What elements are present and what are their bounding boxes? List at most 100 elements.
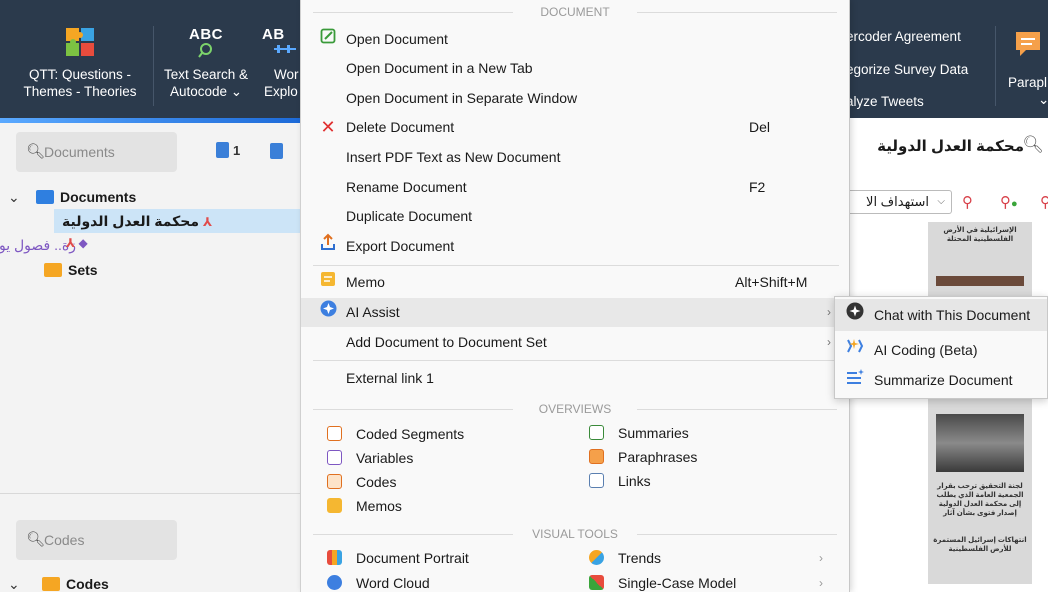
code-dropdown[interactable]: ⌵ استهداف الا [850, 190, 952, 214]
overview-links[interactable]: Links [589, 469, 651, 493]
menu-open-document[interactable]: Open Document [301, 25, 849, 54]
visual-word-cloud[interactable]: Word Cloud [327, 571, 430, 592]
submenu-item-label: AI Coding (Beta) [874, 342, 978, 358]
analyze-tweets-button[interactable]: alyze Tweets [846, 93, 924, 110]
menu-external-link-1[interactable]: External link 1 [301, 364, 849, 393]
panel-divider[interactable] [0, 493, 300, 494]
overview-paraphrases[interactable]: Paraphrases [589, 445, 697, 469]
doc1-label: محكمة العدل الدولية [62, 213, 200, 229]
word-explorer-label-2: Explo [264, 84, 298, 99]
submenu-summarize-document[interactable]: Summarize Document [835, 364, 1047, 396]
menu-ai-assist[interactable]: AI Assist › [301, 298, 849, 327]
chevron-down-icon: ⌵ [937, 196, 945, 207]
memos-icon [327, 498, 342, 513]
search-icon: 🔍︎ [26, 531, 46, 548]
menu-item-label: External link 1 [346, 370, 434, 386]
intercoder-agreement-button[interactable]: ercoder Agreement [846, 28, 961, 45]
menu-delete-document[interactable]: ✕ Delete Document Del [301, 113, 849, 142]
tree-document-1[interactable]: محكمة العدل الدولية ⅄ [54, 209, 300, 233]
doc-count-badge[interactable]: 1 [216, 142, 240, 158]
codes-search-placeholder: Codes [44, 532, 85, 548]
visual-label: Single-Case Model [618, 575, 737, 591]
submenu-ai-coding[interactable]: AI Coding (Beta) [835, 334, 1047, 366]
paraphrases-icon [589, 449, 604, 464]
menu-rename-document[interactable]: Rename Document F2 [301, 173, 849, 202]
code-remove-icon[interactable]: ⚲ [1040, 193, 1048, 211]
search-icon: 🔍︎ [26, 143, 46, 160]
menu-item-label: Open Document [346, 31, 448, 47]
documents-search-input[interactable]: 🔍︎ Documents [16, 132, 177, 172]
paraphrase-label-2: ⌄ [1038, 92, 1048, 107]
preview-text-3: انتهاكات إسرائيل المستمرة للأرض الفلسطين… [933, 537, 1027, 553]
links-icon [589, 473, 604, 488]
slider-icon [274, 45, 296, 53]
preview-text-2: لجنة التحقيق ترحب بقرار الجمعية العامة ا… [936, 483, 1024, 517]
text-search-autocode-button[interactable]: ABC Text Search & Autocode ⌄ [156, 26, 256, 100]
code-add-icon[interactable]: ⚲● [1000, 193, 1018, 211]
word-explorer-button[interactable]: AB Wor Explo [262, 26, 300, 100]
trends-icon [589, 550, 604, 565]
menu-item-label: Insert PDF Text as New Document [346, 149, 561, 165]
overview-variables[interactable]: Variables [327, 446, 413, 470]
categorize-survey-button[interactable]: egorize Survey Data [846, 61, 968, 78]
visual-label: Trends [618, 550, 662, 566]
codes-search-input[interactable]: 🔍︎ Codes [16, 520, 177, 560]
paraphrase-button[interactable]: Parapl ⌄ [1008, 28, 1048, 108]
tree-document-2[interactable]: زة.. فصول يومية من مجازر الاحتلال [0, 233, 300, 257]
word-cloud-icon [327, 575, 342, 590]
visual-single-case-model[interactable]: Single-Case Model [589, 571, 736, 592]
visual-trends[interactable]: Trends [589, 546, 661, 570]
code-dropdown-value: استهداف الا [866, 194, 929, 209]
ai-assist-icon [319, 298, 337, 327]
menu-insert-pdf-text[interactable]: Insert PDF Text as New Document [301, 143, 849, 172]
menu-memo[interactable]: Memo Alt+Shift+M [301, 268, 849, 297]
chevron-down-icon[interactable]: ⌄ [8, 572, 42, 592]
menu-add-to-document-set[interactable]: Add Document to Document Set › [301, 328, 849, 357]
pdf-page-preview[interactable]: الإسرائيلية في الأرض الفلسطينية المحتلة … [928, 222, 1032, 584]
qtt-label-1: QTT: Questions - [28, 67, 132, 82]
menu-open-new-tab[interactable]: Open Document in a New Tab [301, 54, 849, 83]
tree-sets[interactable]: Sets [44, 258, 98, 282]
menu-item-shortcut: Alt+Shift+M [735, 274, 808, 290]
tree-root-codes[interactable]: ⌄ Codes [8, 572, 109, 592]
overview-label: Codes [356, 474, 397, 490]
doc-count: 1 [233, 143, 241, 158]
overview-label: Coded Segments [356, 426, 465, 442]
menu-item-label: Duplicate Document [346, 208, 473, 224]
qtt-label-2: Themes - Theories [23, 84, 137, 99]
overview-summaries[interactable]: Summaries [589, 421, 689, 445]
documents-root-label: Documents [60, 189, 137, 205]
menu-duplicate-document[interactable]: Duplicate Document [301, 202, 849, 231]
qtt-button[interactable]: QTT: Questions - Themes - Theories [14, 26, 146, 100]
overview-coded-segments[interactable]: Coded Segments [327, 422, 464, 446]
visual-label: Word Cloud [356, 575, 430, 591]
tree-root-documents[interactable]: ⌄ Documents [8, 185, 136, 209]
menu-item-shortcut: Del [749, 119, 771, 135]
submenu-chat-with-document[interactable]: Chat with This Document [835, 299, 1047, 331]
ribbon-separator [153, 26, 154, 106]
memo-icon [319, 268, 337, 297]
menu-item-label: Open Document in a New Tab [346, 60, 533, 76]
menu-open-separate-window[interactable]: Open Document in Separate Window [301, 84, 849, 113]
menu-export-document[interactable]: Export Document [301, 232, 849, 261]
section-header-visual-tools: VISUAL TOOLS [301, 526, 849, 542]
menu-separator [313, 360, 839, 361]
search-icon[interactable]: 🔍︎ [1022, 135, 1044, 155]
documents-folder-icon [36, 190, 54, 204]
overview-memos[interactable]: Memos [327, 494, 402, 518]
new-document-icon[interactable] [270, 143, 283, 159]
chevron-down-icon[interactable]: ⌄ [8, 185, 36, 209]
menu-item-label: Delete Document [346, 119, 455, 135]
documents-stack-icon [216, 142, 229, 158]
menu-item-shortcut: F2 [749, 179, 766, 195]
ribbon-separator [995, 26, 996, 106]
paraphrase-label-1: Parapl [1008, 75, 1048, 90]
overview-label: Memos [356, 498, 402, 514]
ai-assist-submenu: Chat with This Document AI Coding (Beta)… [834, 296, 1048, 399]
section-header-overviews: OVERVIEWS [301, 401, 849, 417]
overview-label: Paraphrases [618, 449, 698, 465]
overview-codes[interactable]: Codes [327, 470, 396, 494]
code-highlight-icon[interactable]: ⚲ [962, 193, 973, 211]
menu-separator [313, 265, 839, 266]
visual-document-portrait[interactable]: Document Portrait [327, 546, 469, 570]
